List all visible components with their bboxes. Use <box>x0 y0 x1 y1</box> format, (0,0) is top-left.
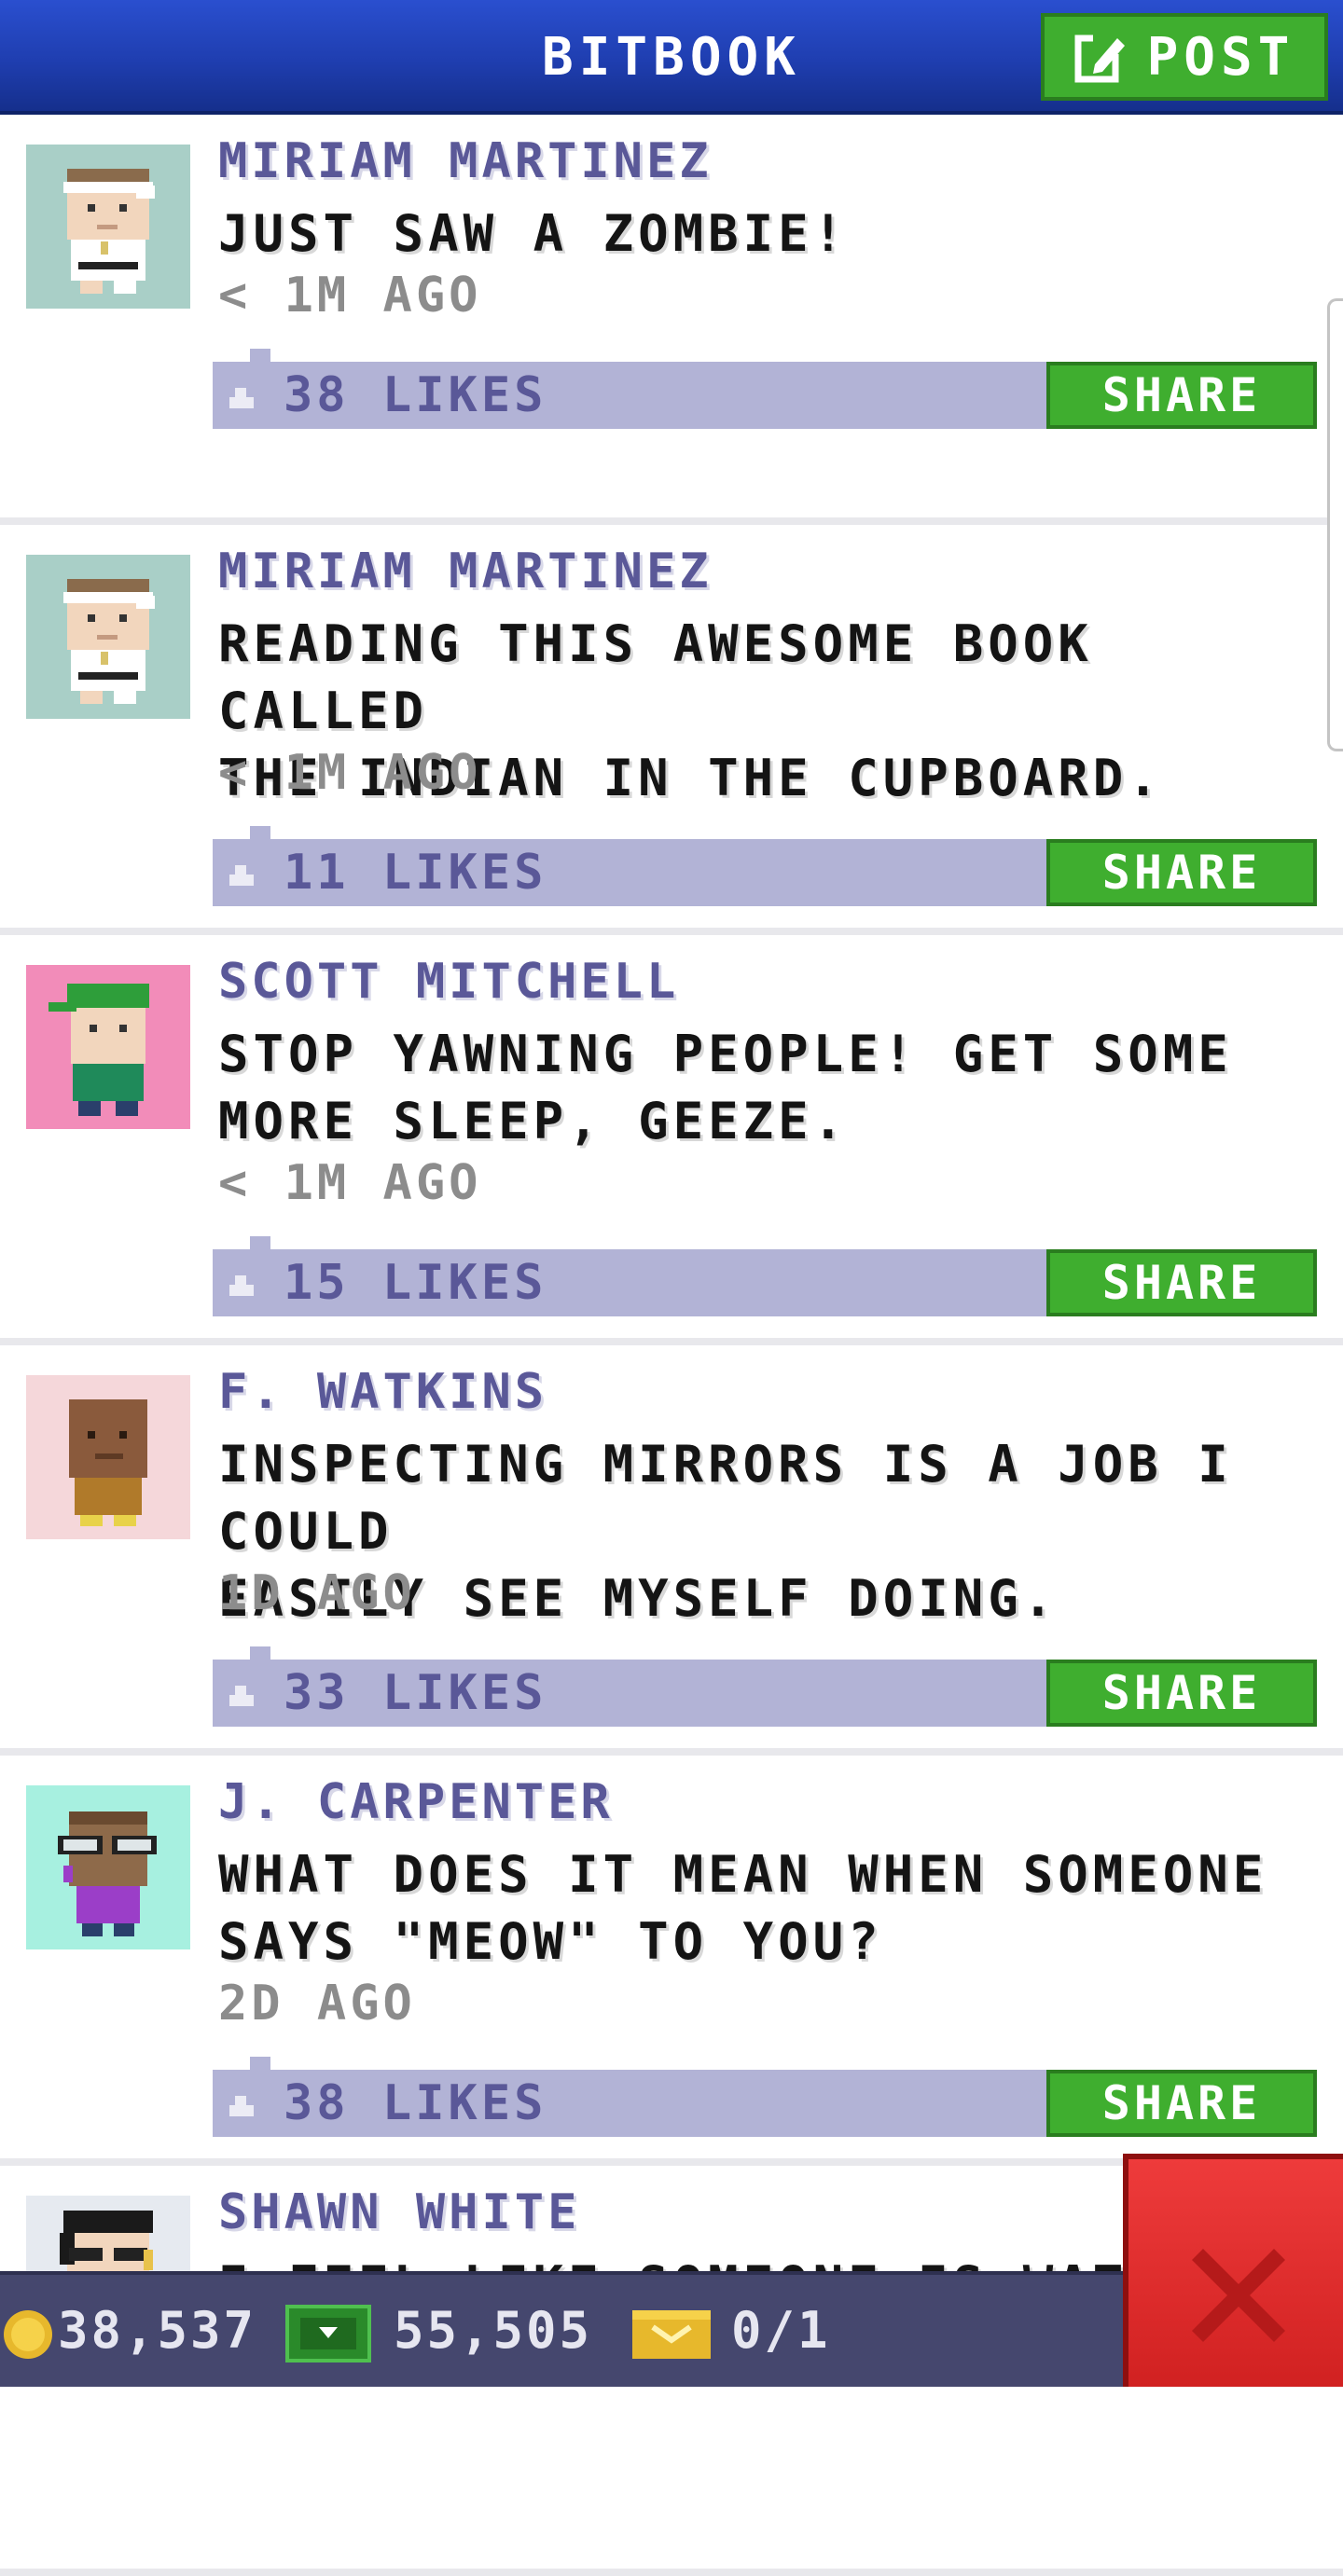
post-button-label: POST <box>1146 26 1295 88</box>
thumb-icon <box>229 1686 254 1706</box>
app-header: BITBOOK POST <box>0 0 1343 115</box>
likes-bar: 33 LIKES SHARE <box>213 1646 1317 1727</box>
likes-count: 33 LIKES <box>284 1665 547 1721</box>
feed-post: F. WATKINS INSPECTING MIRRORS IS A JOB I… <box>0 1345 1343 1756</box>
avatar[interactable] <box>26 555 190 719</box>
share-button[interactable]: SHARE <box>1046 1660 1317 1727</box>
thumb-icon <box>229 2096 254 2116</box>
close-button[interactable] <box>1123 2154 1343 2387</box>
thumb-icon <box>229 1275 254 1296</box>
likes-count: 38 LIKES <box>284 2075 547 2131</box>
likes-tab <box>250 2057 270 2070</box>
feed-post: MIRIAM MARTINEZ READING THIS AWESOME BOO… <box>0 525 1343 935</box>
scrollbar[interactable] <box>1327 298 1343 751</box>
avatar[interactable] <box>26 965 190 1129</box>
edit-icon <box>1074 32 1128 83</box>
feed-post: MIRIAM MARTINEZ JUST SAW A ZOMBIE! < 1M … <box>0 115 1343 525</box>
ticket-icon <box>632 2310 711 2359</box>
thumb-icon <box>229 388 254 408</box>
post-author[interactable]: J. CARPENTER <box>218 1774 614 1830</box>
share-button[interactable]: SHARE <box>1046 839 1317 906</box>
share-button[interactable]: SHARE <box>1046 2070 1317 2137</box>
avatar[interactable] <box>26 145 190 309</box>
tickets-count: 0/1 <box>731 2301 831 2360</box>
feed-post: J. CARPENTER WHAT DOES IT MEAN WHEN SOME… <box>0 1756 1343 2166</box>
coin-icon <box>4 2310 52 2359</box>
share-button[interactable]: SHARE <box>1046 1249 1317 1316</box>
bux-icon <box>285 2305 371 2362</box>
post-time: 2D AGO <box>218 1976 416 2032</box>
likes-count: 15 LIKES <box>284 1255 547 1311</box>
avatar[interactable] <box>26 1785 190 1949</box>
likes-tab <box>250 349 270 362</box>
post-author[interactable]: SHAWN WHITE <box>218 2184 580 2240</box>
feed-post: SCOTT MITCHELL STOP YAWNING PEOPLE! GET … <box>0 935 1343 1345</box>
likes-bar: 38 LIKES SHARE <box>213 349 1317 429</box>
likes-bar: 38 LIKES SHARE <box>213 2057 1317 2137</box>
avatar-green-cap-icon <box>26 965 190 1129</box>
avatar[interactable] <box>26 1375 190 1539</box>
avatar-bald-icon <box>26 1375 190 1539</box>
post-time: < 1M AGO <box>218 1155 482 1211</box>
post-message: WHAT DOES IT MEAN WHEN SOMEONE SAYS "MEO… <box>218 1845 1268 1971</box>
avatar-karate-icon <box>26 145 190 309</box>
post-author[interactable]: MIRIAM MARTINEZ <box>218 133 713 189</box>
post-time: 1D AGO <box>218 1565 416 1621</box>
likes-count: 38 LIKES <box>284 367 547 423</box>
avatar-glasses-icon <box>26 1785 190 1949</box>
post-time: < 1M AGO <box>218 745 482 801</box>
bux-count: 55,505 <box>394 2301 593 2360</box>
likes-tab <box>250 826 270 839</box>
post-author[interactable]: SCOTT MITCHELL <box>218 954 679 1010</box>
post-time: < 1M AGO <box>218 268 482 324</box>
post-message: STOP YAWNING PEOPLE! GET SOME MORE SLEEP… <box>218 1025 1233 1150</box>
post-author[interactable]: MIRIAM MARTINEZ <box>218 544 713 599</box>
thumb-icon <box>229 865 254 886</box>
share-button[interactable]: SHARE <box>1046 362 1317 429</box>
close-icon <box>1192 2249 1285 2342</box>
likes-bar: 15 LIKES SHARE <box>213 1236 1317 1316</box>
likes-tab <box>250 1236 270 1249</box>
coins-count: 38,537 <box>58 2301 257 2360</box>
post-button[interactable]: POST <box>1041 13 1328 101</box>
likes-count: 11 LIKES <box>284 845 547 901</box>
avatar-karate-icon <box>26 555 190 719</box>
post-author[interactable]: F. WATKINS <box>218 1364 547 1420</box>
likes-bar: 11 LIKES SHARE <box>213 826 1317 906</box>
post-message: JUST SAW A ZOMBIE! <box>218 204 849 263</box>
likes-tab <box>250 1646 270 1660</box>
